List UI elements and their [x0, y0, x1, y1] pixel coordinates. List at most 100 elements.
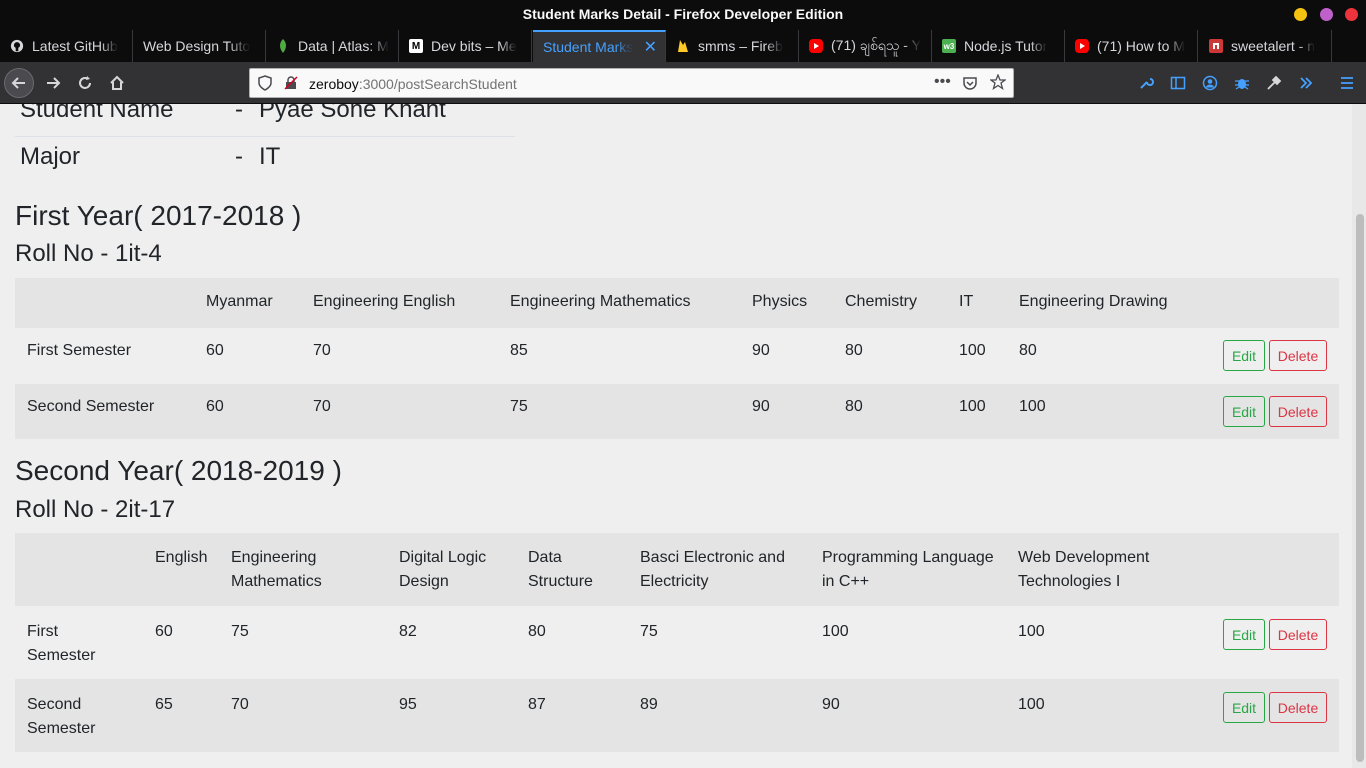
year-heading: Second Year( 2018-2019 )	[15, 455, 342, 486]
delete-button[interactable]: Delete	[1269, 340, 1327, 371]
tab-web-design[interactable]: Web Design Tuto	[133, 30, 266, 62]
tab-youtube-2[interactable]: (71) How to M	[1065, 30, 1198, 62]
edit-button[interactable]: Edit	[1223, 692, 1265, 723]
account-icon[interactable]	[1201, 74, 1219, 92]
mark-cell: 100	[822, 623, 849, 640]
edit-button[interactable]: Edit	[1223, 396, 1265, 427]
hamburger-menu-icon[interactable]	[1338, 74, 1356, 92]
scrollbar-thumb[interactable]	[1356, 214, 1364, 762]
maximize-button[interactable]	[1320, 8, 1333, 21]
close-tab-icon[interactable]: ✕	[644, 37, 657, 57]
home-button[interactable]	[102, 68, 132, 98]
tab-nodejs-tutorial[interactable]: w3 Node.js Tutor	[932, 30, 1065, 62]
row-divider	[15, 136, 515, 137]
mark-cell: 70	[231, 696, 249, 713]
table-row: First Semester 60 75 82 80 75 100 100 Ed…	[15, 606, 1339, 679]
marks-table-year1: Myanmar Engineering English Engineering …	[15, 278, 1339, 439]
sidebar-icon[interactable]	[1169, 74, 1187, 92]
mark-cell: 100	[959, 398, 986, 415]
tab-label: Node.js Tutor	[964, 38, 1048, 54]
column-header: Web Development Technologies I	[1018, 549, 1150, 590]
tab-latest-github[interactable]: Latest GitHub	[0, 30, 133, 62]
tab-student-marks[interactable]: Student Marks ✕	[533, 30, 666, 62]
table-row: Second Semester 60 70 75 90 80 100 100 E…	[15, 384, 1339, 439]
semester-label: Second Semester	[27, 398, 155, 415]
separator-dash: -	[235, 104, 243, 123]
mark-cell: 75	[640, 623, 658, 640]
minimize-button[interactable]	[1294, 8, 1307, 21]
column-header: Engineering Mathematics	[231, 549, 322, 590]
mark-cell: 87	[528, 696, 546, 713]
medium-icon: M	[409, 39, 423, 53]
tab-label: (71) ချစ်ရသူ - Y	[831, 36, 922, 53]
window-titlebar: Student Marks Detail - Firefox Developer…	[0, 0, 1366, 30]
npm-icon	[1209, 39, 1223, 53]
delete-button[interactable]: Delete	[1269, 396, 1327, 427]
insecure-lock-icon[interactable]	[284, 76, 298, 90]
delete-button[interactable]: Delete	[1269, 619, 1327, 650]
mark-cell: 90	[752, 342, 770, 359]
pocket-icon[interactable]	[962, 75, 978, 96]
mark-cell: 100	[1018, 696, 1045, 713]
table-row: First Semester 60 70 85 90 80 100 80 Edi…	[15, 328, 1339, 384]
bookmark-star-icon[interactable]	[989, 73, 1007, 95]
table-header-row: English Engineering Mathematics Digital …	[15, 533, 1339, 606]
edit-button[interactable]: Edit	[1223, 619, 1265, 650]
tab-label: Web Design Tuto	[143, 38, 251, 54]
delete-button[interactable]: Delete	[1269, 692, 1327, 723]
column-header: English	[155, 549, 208, 566]
column-header: IT	[959, 293, 974, 310]
overflow-chevron-icon[interactable]	[1297, 74, 1315, 92]
shield-icon[interactable]	[258, 75, 272, 91]
student-name-value: Pyae Sone Khant	[259, 104, 446, 123]
year-heading: First Year( 2017-2018 )	[15, 200, 302, 231]
column-header: Engineering Drawing	[1019, 293, 1168, 310]
wrench-icon[interactable]	[1137, 74, 1155, 92]
column-header: Myanmar	[206, 293, 273, 310]
tab-strip: Latest GitHub Web Design Tuto Data | Atl…	[0, 30, 1366, 86]
window-title: Student Marks Detail - Firefox Developer…	[522, 6, 844, 22]
semester-label: Second Semester	[27, 696, 96, 737]
tab-smms-firebase[interactable]: smms – Fireb	[666, 30, 799, 62]
major-value: IT	[259, 143, 281, 170]
github-icon	[10, 39, 24, 53]
reload-button[interactable]	[70, 68, 100, 98]
column-header: Data Structure	[528, 549, 593, 590]
back-button[interactable]	[4, 68, 34, 98]
tab-sweetalert[interactable]: sweetalert - n	[1199, 30, 1332, 62]
mark-cell: 70	[313, 342, 331, 359]
mark-cell: 80	[528, 623, 546, 640]
w3schools-icon: w3	[942, 39, 956, 53]
url-text[interactable]: zeroboy:3000/postSearchStudent	[309, 76, 517, 92]
mark-cell: 90	[752, 398, 770, 415]
edit-button[interactable]: Edit	[1223, 340, 1265, 371]
close-window-button[interactable]	[1345, 8, 1358, 21]
column-header: Digital Logic Design	[399, 549, 487, 590]
tab-dev-bits[interactable]: M Dev bits – Me	[399, 30, 532, 62]
student-name-label: Student Name	[20, 104, 174, 123]
page-actions-icon[interactable]: •••	[934, 73, 951, 91]
mark-cell: 82	[399, 623, 417, 640]
eyedropper-icon[interactable]	[1265, 74, 1283, 92]
page-content: Student Name - Pyae Sone Khant Major - I…	[0, 104, 1352, 768]
tab-youtube-1[interactable]: (71) ချစ်ရသူ - Y	[799, 30, 932, 62]
table-header-row: Myanmar Engineering English Engineering …	[15, 278, 1339, 328]
bug-icon[interactable]	[1233, 74, 1251, 92]
youtube-icon	[1075, 39, 1089, 53]
mark-cell: 70	[313, 398, 331, 415]
table-row: Second Semester 65 70 95 87 89 90 100 Ed…	[15, 679, 1339, 752]
mark-cell: 95	[399, 696, 417, 713]
semester-label: First Semester	[27, 623, 96, 664]
column-header: Physics	[752, 293, 808, 310]
mark-cell: 100	[1018, 623, 1045, 640]
mark-cell: 75	[231, 623, 249, 640]
mark-cell: 65	[155, 696, 173, 713]
tab-atlas[interactable]: Data | Atlas: M	[266, 30, 399, 62]
forward-button[interactable]	[38, 68, 68, 98]
tab-label: smms – Fireb	[698, 38, 783, 54]
column-header: Engineering English	[313, 293, 456, 310]
roll-number: Roll No - 2it-17	[15, 496, 176, 523]
major-row: Major - IT	[15, 143, 515, 187]
address-bar[interactable]: zeroboy:3000/postSearchStudent •••	[249, 68, 1014, 98]
mark-cell: 100	[1019, 398, 1046, 415]
